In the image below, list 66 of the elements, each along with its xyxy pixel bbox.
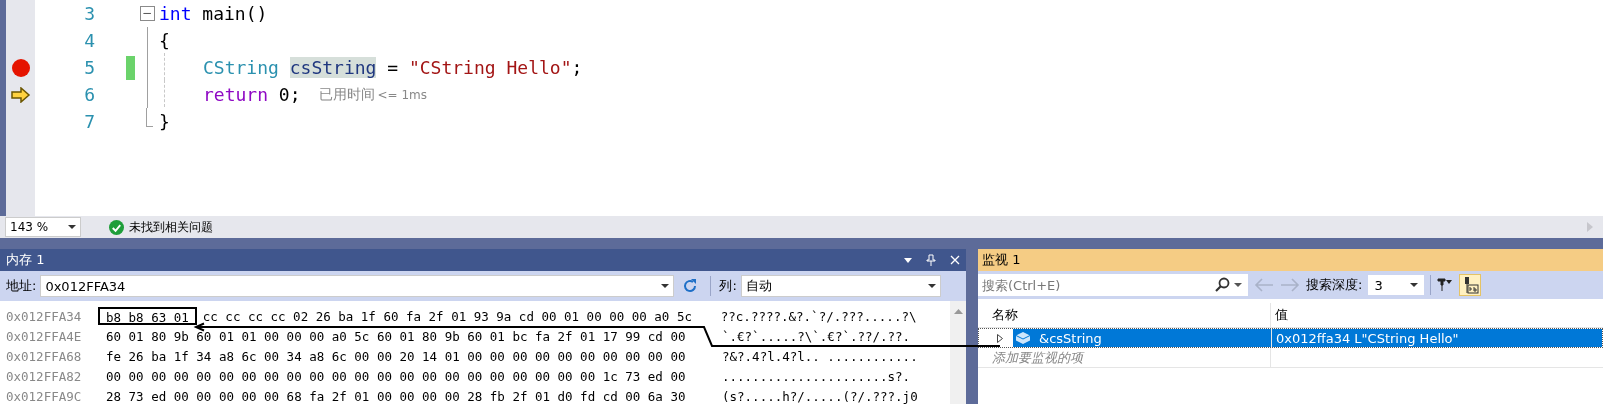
refresh-icon <box>682 278 699 294</box>
search-icon <box>1214 277 1230 293</box>
zoom-dropdown[interactable]: 143 % <box>5 217 81 237</box>
code-line: { <box>159 30 170 51</box>
memory-bytes: fe 26 ba 1f 34 a8 6c 00 34 a8 6c 00 00 20 14 01 00 00 00 00 00 00 00 00 00 00 <box>106 348 687 364</box>
line-number: 4 <box>83 29 95 53</box>
memory-address: 0x012FFA9C <box>5 388 83 404</box>
watch-row[interactable]: &csString 0x012ffa34 L"CString Hello" <box>978 328 1603 348</box>
caret-icon <box>1234 283 1242 287</box>
memory-address: 0x012FFA34 <box>5 308 83 324</box>
collapse-button[interactable]: − <box>139 6 155 21</box>
memory-bytes: cc cc cc cc 02 26 ba 1f 60 fa 2f 01 93 9a cd 00 01 00 00 00 a0 5c <box>202 308 693 324</box>
line-number: 5 <box>83 56 95 80</box>
memory-ascii: ?&?.4?l.4?l.. ............ <box>722 348 918 364</box>
line-number: 3 <box>83 2 95 26</box>
memory-ascii: `.€?`.....?\`.€?`.??/.??. <box>722 328 911 344</box>
close-icon <box>950 255 960 265</box>
code-line: int main() <box>159 3 268 24</box>
memory-bytes: 00 00 00 00 00 00 00 00 00 00 00 00 00 00 00 00 00 00 00 00 00 00 1c 73 ed 00 <box>106 368 687 384</box>
panel-title: 内存 1 <box>6 251 45 269</box>
search-field[interactable]: 搜索(Ctrl+E) <box>978 274 1214 296</box>
scroll-right-icon <box>1587 222 1593 232</box>
memory-address: 0x012FFA82 <box>5 368 83 384</box>
status-message: 未找到相关问题 <box>129 218 213 236</box>
address-field[interactable]: 0x012FFA34 <box>40 275 675 297</box>
scroll-up-icon <box>953 309 963 314</box>
caret-icon <box>661 284 670 288</box>
object-icon <box>1015 331 1031 345</box>
search-depth-dropdown[interactable]: 3 <box>1368 275 1425 295</box>
watch-name: &csString <box>1039 330 1102 346</box>
columns-dropdown[interactable]: 自动 <box>740 275 941 297</box>
search-depth-label: 搜索深度: <box>1306 276 1363 294</box>
code-line: CString csString = "CString Hello"; <box>203 57 583 78</box>
columns-label: 列: <box>719 277 737 295</box>
code-line: return 0; <box>203 84 301 105</box>
memory-bytes: 60 01 80 9b 60 01 01 00 00 00 a0 5c 60 01 80 9b 60 01 bc fa 2f 01 17 99 cd 00 <box>106 328 687 344</box>
back-arrow-icon <box>1254 278 1274 292</box>
pin-icon <box>926 254 936 266</box>
caret-icon <box>68 225 76 229</box>
watch-value: 0x012ffa34 L"CString Hello" <box>1272 329 1602 347</box>
add-watch-hint[interactable]: 添加要监视的项 <box>978 348 1271 367</box>
search-options-button[interactable] <box>1214 274 1248 296</box>
caret-icon <box>1410 283 1419 287</box>
memory-address: 0x012FFA68 <box>5 348 83 364</box>
pin-filter-icon <box>1437 277 1454 293</box>
dropdown-icon <box>904 257 912 263</box>
hex-toggle-button[interactable] <box>1459 274 1482 296</box>
column-header: 名称 <box>978 303 1271 327</box>
memory-bytes: 28 73 ed 00 00 00 00 00 68 fa 2f 01 00 00 00 00 28 fb 2f 01 d0 fd cd 00 6a 30 <box>106 388 687 404</box>
caret-icon <box>927 284 936 288</box>
elapsed-time-value: <= 1ms <box>377 87 428 102</box>
framed-bytes: b8 b8 63 01 <box>98 307 197 325</box>
line-number: 6 <box>83 83 95 107</box>
memory-ascii: ??c.????.&?.`?/.???.....?\ <box>720 308 917 324</box>
address-label: 地址: <box>6 277 37 295</box>
line-number: 7 <box>83 110 95 134</box>
memory-ascii: ......................s?. <box>722 368 911 384</box>
code-line: } <box>159 111 170 132</box>
expand-icon <box>997 333 1003 343</box>
check-icon <box>109 219 124 235</box>
forward-arrow-icon <box>1280 278 1300 292</box>
memory-ascii: (s?.....h?/.....(?/.???.j0 <box>722 388 918 404</box>
elapsed-time-hint: 已用时间 <box>318 85 375 104</box>
memory-address: 0x012FFA4E <box>5 328 83 344</box>
column-header: 值 <box>1274 306 1289 324</box>
panel-title: 监视 1 <box>978 249 1603 271</box>
